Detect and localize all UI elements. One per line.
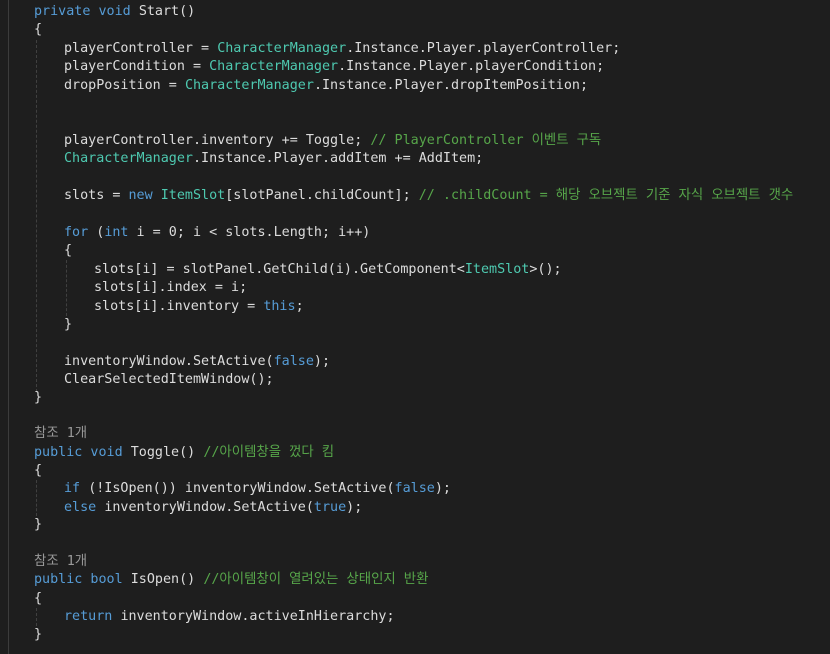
code-line[interactable]: slots[i] = slotPanel.GetChild(i).GetComp…	[94, 261, 562, 279]
code-text: slots[i] = slotPanel.GetChild(i).GetComp…	[94, 262, 465, 277]
code-line[interactable]: else inventoryWindow.SetActive(true);	[64, 499, 362, 517]
code-text: i = 0; i < slots.Length; i++)	[128, 225, 371, 240]
code-text: inventoryWindow.activeInHierarchy;	[120, 609, 395, 624]
code-line[interactable]: CharacterManager.Instance.Player.addItem…	[64, 150, 483, 168]
indent-guide	[36, 480, 37, 516]
code-text: .Instance.Player.playerController;	[346, 41, 621, 56]
code-text: slots[i].inventory =	[94, 299, 264, 314]
code-text: );	[434, 481, 451, 496]
keyword: this	[263, 299, 296, 314]
code-line[interactable]: for (int i = 0; i < slots.Length; i++)	[64, 224, 370, 242]
keyword: false	[394, 481, 435, 496]
type-name: ItemSlot	[464, 262, 530, 277]
code-line[interactable]: if (!IsOpen()) inventoryWindow.SetActive…	[64, 480, 451, 498]
keyword: true	[313, 500, 347, 515]
code-text: (!IsOpen()) inventoryWindow.SetActive(	[88, 481, 395, 496]
comment: // .childCount = 해당 오브젝트 기준 자식 오브젝트 갯수	[418, 188, 794, 203]
code-line[interactable]: public void Toggle() //아이템창을 껐다 킴	[34, 444, 334, 462]
brace: {	[34, 591, 43, 606]
brace: }	[64, 317, 73, 332]
method-signature: IsOpen()	[130, 572, 204, 587]
code-text: .Instance.Player.addItem += AddItem;	[193, 151, 484, 166]
codelens-references[interactable]: 참조 1개	[34, 553, 87, 571]
brace: {	[34, 22, 43, 37]
code-text: playerCondition =	[64, 59, 210, 74]
type-name: CharacterManager	[184, 78, 314, 93]
indent-guide	[36, 608, 37, 626]
type-name: CharacterManager	[209, 59, 339, 74]
keyword: false	[273, 354, 314, 369]
code-line[interactable]: }	[34, 516, 42, 534]
type-name: ItemSlot	[160, 188, 226, 203]
code-line[interactable]: {	[34, 462, 42, 480]
code-text: [slotPanel.childCount];	[225, 188, 419, 203]
code-text: ;	[295, 299, 304, 314]
type-name: CharacterManager	[64, 151, 193, 166]
code-text: .Instance.Player.playerCondition;	[338, 59, 605, 74]
comment: //아이템창이 열려있는 상태인지 반환	[203, 572, 429, 587]
code-text: );	[313, 354, 331, 369]
code-line[interactable]: playerCondition = CharacterManager.Insta…	[64, 58, 604, 76]
code-text: slots[i].index = i;	[94, 280, 248, 295]
brace: }	[34, 627, 43, 642]
method-signature: Start()	[138, 4, 196, 19]
method-signature: Toggle()	[130, 445, 204, 460]
code-line[interactable]: {	[34, 590, 42, 608]
code-text: playerController.inventory += Toggle;	[64, 133, 371, 148]
code-line[interactable]: }	[34, 389, 42, 407]
brace: }	[34, 517, 43, 532]
comment: //아이템창을 껐다 킴	[203, 445, 335, 460]
keyword: int	[104, 225, 129, 240]
comment: // PlayerController 이벤트 구독	[370, 133, 602, 148]
code-line[interactable]: private void Start()	[34, 3, 195, 21]
code-text: inventoryWindow.SetActive(	[104, 500, 314, 515]
code-text: >();	[529, 262, 562, 277]
keyword: if	[64, 481, 89, 496]
code-line[interactable]: slots[i].inventory = this;	[94, 298, 304, 316]
codelens-references[interactable]: 참조 1개	[34, 425, 87, 443]
code-text: ClearSelectedItemWindow();	[64, 372, 274, 387]
keyword: return	[64, 609, 121, 624]
code-line[interactable]: }	[34, 626, 42, 644]
indent-guide	[66, 260, 67, 316]
code-text: slots =	[64, 188, 129, 203]
gutter-divider	[8, 0, 9, 654]
code-editor[interactable]: private void Start() { playerController …	[0, 0, 830, 654]
brace: {	[34, 463, 43, 478]
code-line[interactable]: return inventoryWindow.activeInHierarchy…	[64, 608, 395, 626]
code-text: dropPosition =	[64, 78, 185, 93]
type-name: CharacterManager	[217, 41, 347, 56]
code-line[interactable]: playerController.inventory += Toggle; //…	[64, 132, 601, 150]
code-line[interactable]: public bool IsOpen() //아이템창이 열려있는 상태인지 반…	[34, 571, 428, 589]
code-line[interactable]: ClearSelectedItemWindow();	[64, 371, 274, 389]
code-line[interactable]: playerController = CharacterManager.Inst…	[64, 40, 620, 58]
brace: }	[34, 390, 43, 405]
keyword: new	[128, 188, 161, 203]
keyword: else	[64, 500, 105, 515]
keyword: public void	[34, 445, 131, 460]
code-line[interactable]: {	[34, 21, 42, 39]
code-line[interactable]: slots = new ItemSlot[slotPanel.childCoun…	[64, 187, 793, 205]
code-text: playerController =	[64, 41, 218, 56]
code-text: .Instance.Player.dropItemPosition;	[313, 78, 589, 93]
code-line[interactable]: slots[i].index = i;	[94, 279, 247, 297]
code-line[interactable]: inventoryWindow.SetActive(false);	[64, 353, 330, 371]
code-line[interactable]: {	[64, 242, 72, 260]
code-text: inventoryWindow.SetActive(	[64, 354, 274, 369]
code-line[interactable]: }	[64, 316, 72, 334]
indent-guide	[36, 40, 37, 392]
keyword: private void	[34, 4, 139, 19]
code-line[interactable]: dropPosition = CharacterManager.Instance…	[64, 77, 588, 95]
keyword: for	[64, 225, 97, 240]
code-text: );	[346, 500, 363, 515]
keyword: public bool	[34, 572, 131, 587]
brace: {	[64, 243, 73, 258]
